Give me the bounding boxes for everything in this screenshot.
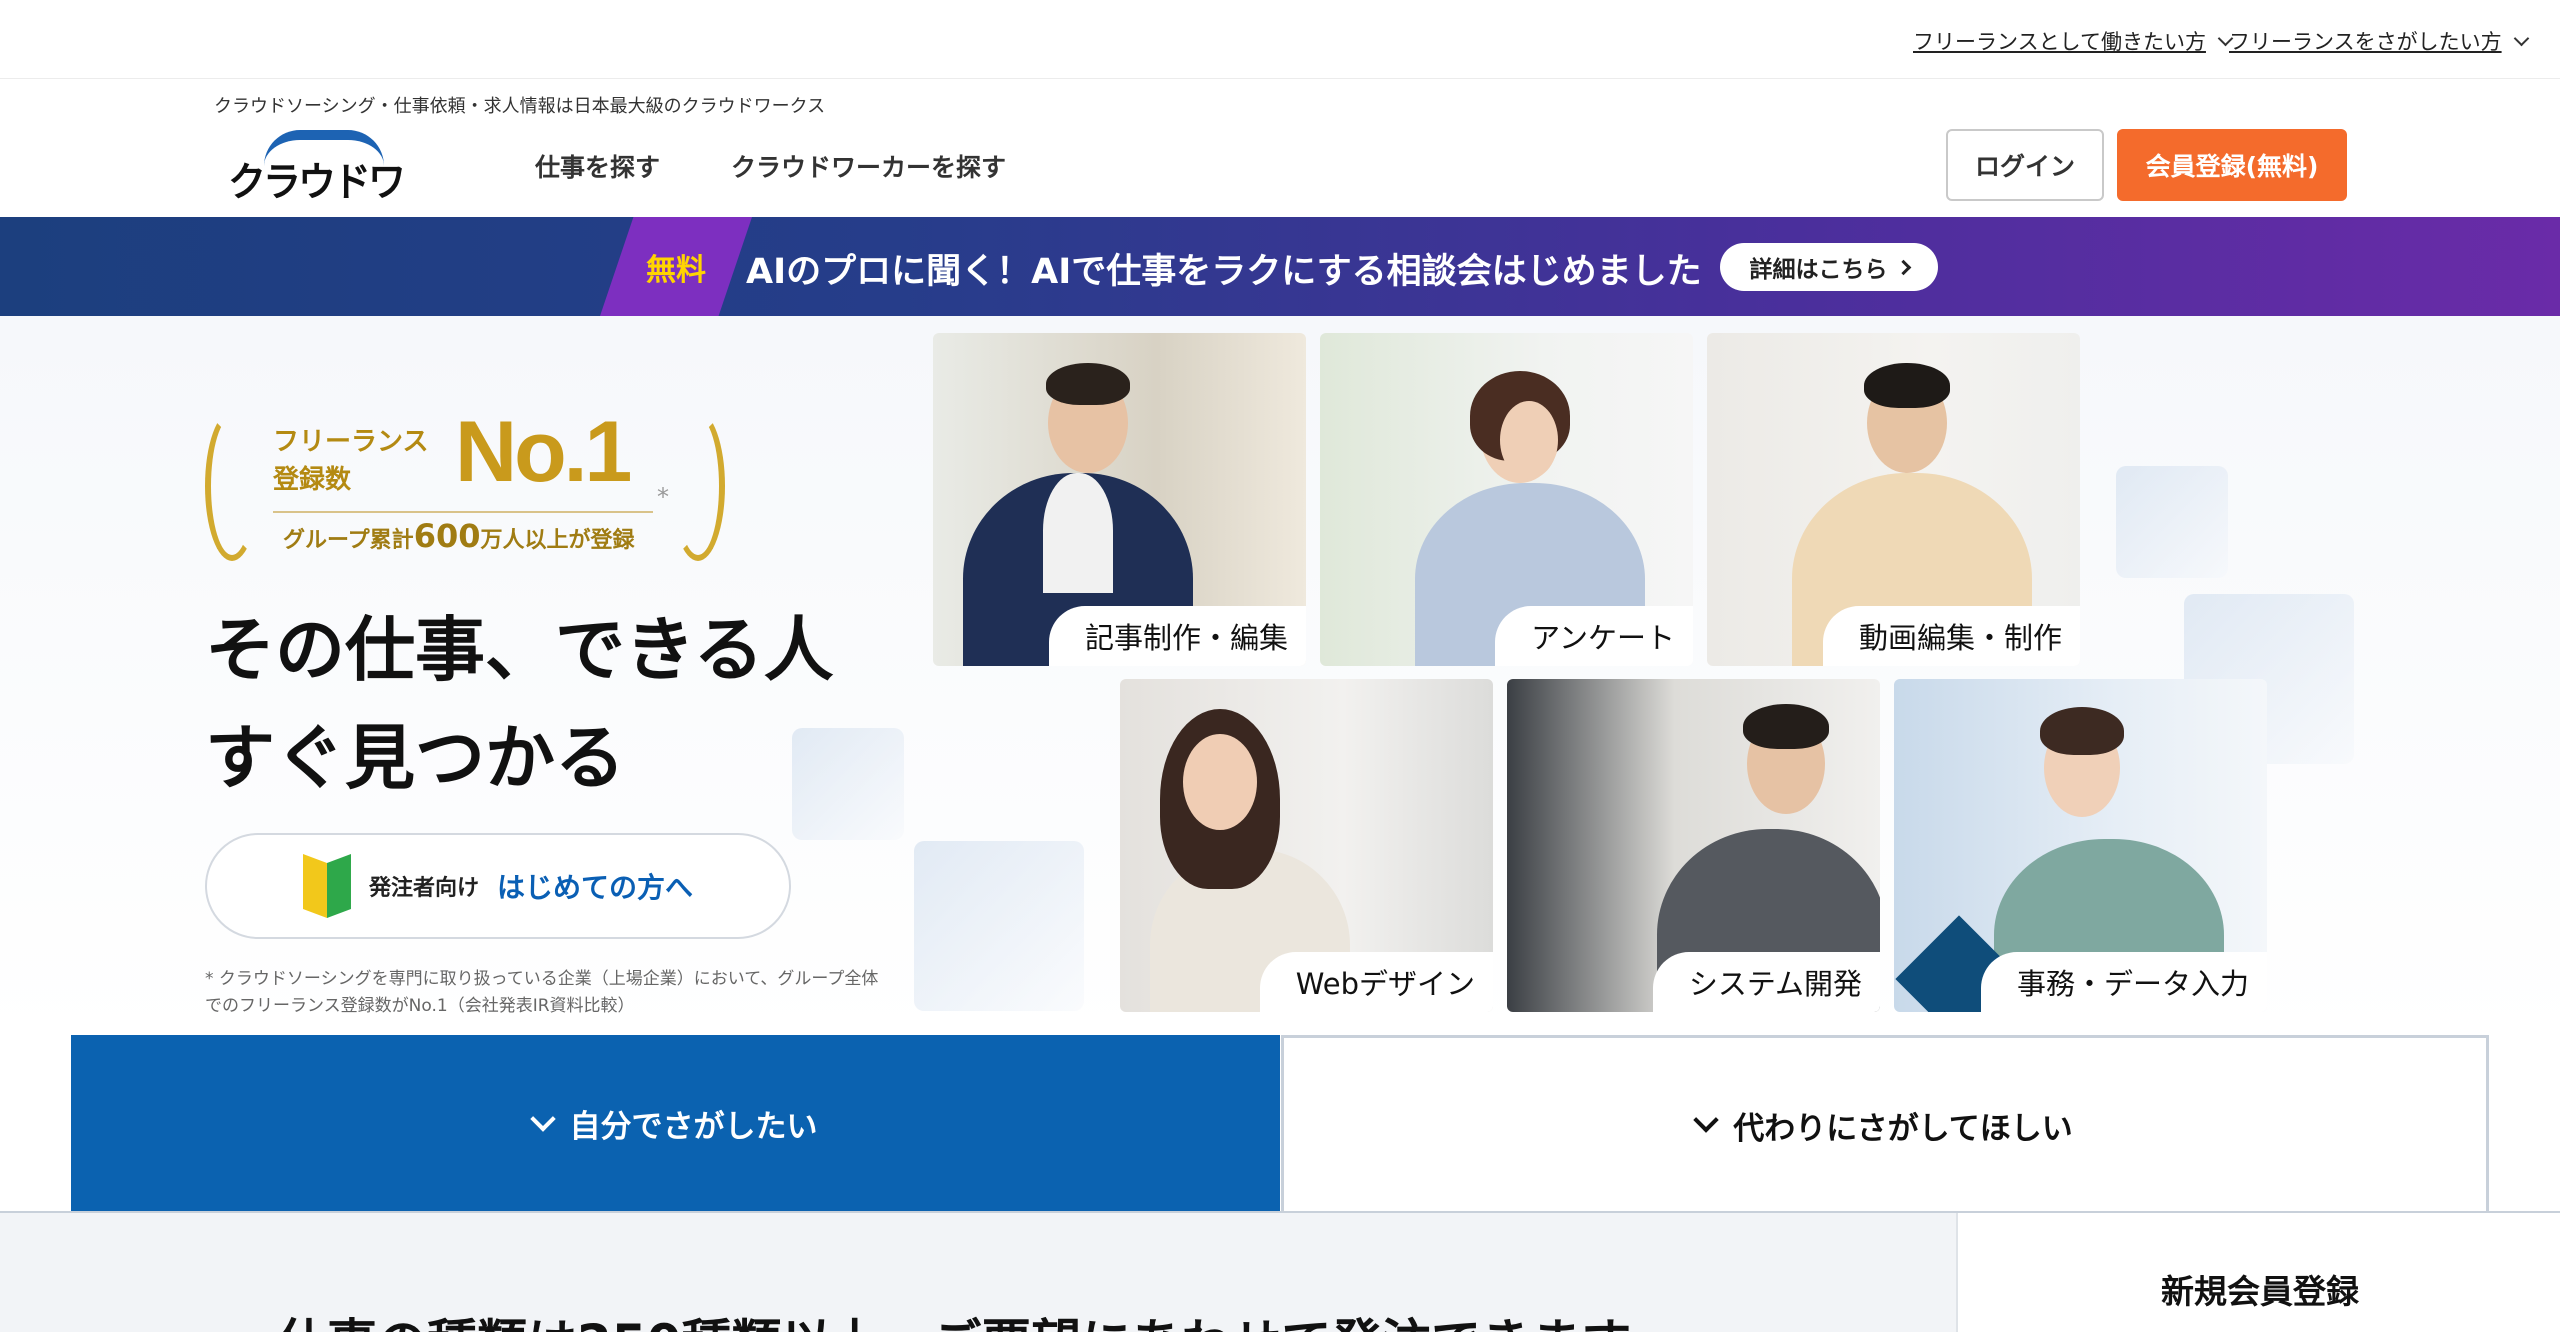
chevron-down-icon [1693, 1107, 1719, 1133]
nav-find-workers[interactable]: クラウドワーカーを探す [731, 148, 1006, 184]
nav-find-jobs[interactable]: 仕事を探す [535, 148, 660, 184]
banner-details-label: 詳細はこちら [1749, 257, 1888, 283]
category-card-video[interactable]: 動画編集・制作 [1707, 333, 2080, 666]
first-time-button-label: はじめての方へ [497, 871, 694, 904]
login-button[interactable]: ログイン [1946, 129, 2104, 201]
site-logo[interactable]: クラウドワークス [228, 130, 428, 263]
first-time-button-prefix: 発注者向け [368, 876, 479, 901]
freelance-work-link[interactable]: フリーランスとして働きたい方 [1913, 26, 2234, 56]
person-head [1183, 734, 1257, 830]
chevron-right-icon [1895, 259, 1911, 275]
person-shirt [1043, 473, 1113, 593]
decorative-square [914, 841, 1084, 1011]
hero-title: その仕事、できる人 すぐ見つかる [205, 596, 834, 812]
person-hair [1743, 704, 1829, 749]
person-hair [1046, 363, 1130, 405]
tab-self-search-label: 自分でさがしたい [569, 1109, 818, 1145]
find-freelance-link-label: フリーランスをさがしたい方 [2229, 30, 2502, 54]
decorative-square [2116, 466, 2228, 578]
tab-delegate-search[interactable]: 代わりにさがしてほしい [1281, 1035, 2489, 1212]
award-rank: No.1 [455, 404, 632, 500]
utility-bar: フリーランスとして働きたい方 フリーランスをさがしたい方 [0, 0, 2560, 79]
find-freelance-link[interactable]: フリーランスをさがしたい方 [2229, 26, 2529, 56]
register-panel-title: 新規会員登録 [2161, 1272, 2359, 1311]
no1-award-badge: フリーランス 登録数 No.1 * グループ累計600万人以上が登録 [205, 404, 725, 571]
award-sub-prefix: グループ累計 [283, 528, 414, 553]
category-card-office[interactable]: 事務・データ入力 [1894, 679, 2267, 1012]
site-header: クラウドソーシング・仕事依頼・求人情報は日本最大級のクラウドワークス クラウドワ… [0, 80, 2560, 263]
award-sub-suffix: 万人以上が登録 [480, 528, 635, 553]
category-label: アンケート [1495, 606, 1693, 666]
category-label: 事務・データ入力 [1980, 952, 2267, 1012]
site-tagline: クラウドソーシング・仕事依頼・求人情報は日本最大級のクラウドワークス [214, 96, 826, 117]
promo-banner[interactable]: 無料 AIのプロに聞く！AIで仕事をラクにする相談会はじめました 詳細はこちら [0, 217, 2560, 316]
chevron-down-icon [529, 1105, 556, 1132]
category-card-article[interactable]: 記事制作・編集 [933, 333, 1306, 666]
person-face [1500, 401, 1558, 479]
register-panel: 新規会員登録 [1956, 1213, 2560, 1332]
tab-delegate-search-label: 代わりにさがしてほしい [1733, 1110, 2073, 1147]
hero-title-line1: その仕事、できる人 [205, 609, 834, 691]
award-label-line1: フリーランス [273, 427, 429, 457]
category-label: Webデザイン [1259, 952, 1493, 1012]
category-label: システム開発 [1652, 952, 1880, 1012]
banner-details-button[interactable]: 詳細はこちら [1720, 243, 1938, 291]
award-divider [273, 511, 653, 513]
chevron-down-icon [2513, 30, 2529, 46]
banner-headline: AIのプロに聞く！AIで仕事をラクにする相談会はじめました [746, 252, 1702, 292]
hero-footnote: * クラウドソーシングを専門に取り扱っている企業（上場企業）において、グループ全… [205, 969, 879, 1016]
category-card-system[interactable]: システム開発 [1507, 679, 1880, 1012]
award-asterisk: * [657, 483, 669, 511]
hero-title-line2: すぐ見つかる [205, 717, 625, 799]
category-label: 記事制作・編集 [1048, 606, 1306, 666]
award-label-line2: 登録数 [273, 465, 352, 495]
hero-section: フリーランス 登録数 No.1 * グループ累計600万人以上が登録 その仕事、… [0, 316, 2560, 1037]
register-button[interactable]: 会員登録(無料) [2117, 129, 2347, 201]
section-title: 仕事の種類は250種類以上。ご要望にあわせて発注できます [277, 1303, 1631, 1332]
award-label: フリーランス 登録数 [273, 423, 428, 499]
job-types-section: 仕事の種類は250種類以上。ご要望にあわせて発注できます 新規会員登録 [0, 1211, 2560, 1332]
category-card-webdesign[interactable]: Webデザイン [1120, 679, 1493, 1012]
person-hair [2040, 707, 2124, 755]
laurel-left-icon [205, 411, 259, 561]
free-badge: 無料 [600, 217, 752, 316]
laurel-right-icon [671, 411, 725, 561]
freelance-work-link-label: フリーランスとして働きたい方 [1913, 30, 2206, 54]
category-card-survey[interactable]: アンケート [1320, 333, 1693, 666]
award-sub-number: 600 [413, 517, 481, 555]
category-label: 動画編集・制作 [1822, 606, 2080, 666]
person-hair [1864, 363, 1950, 408]
tab-self-search[interactable]: 自分でさがしたい [71, 1035, 1280, 1212]
award-subtext: グループ累計600万人以上が登録 [283, 517, 635, 555]
first-time-button[interactable]: 発注者向け はじめての方へ [205, 833, 791, 939]
beginner-mark-icon [302, 854, 351, 918]
